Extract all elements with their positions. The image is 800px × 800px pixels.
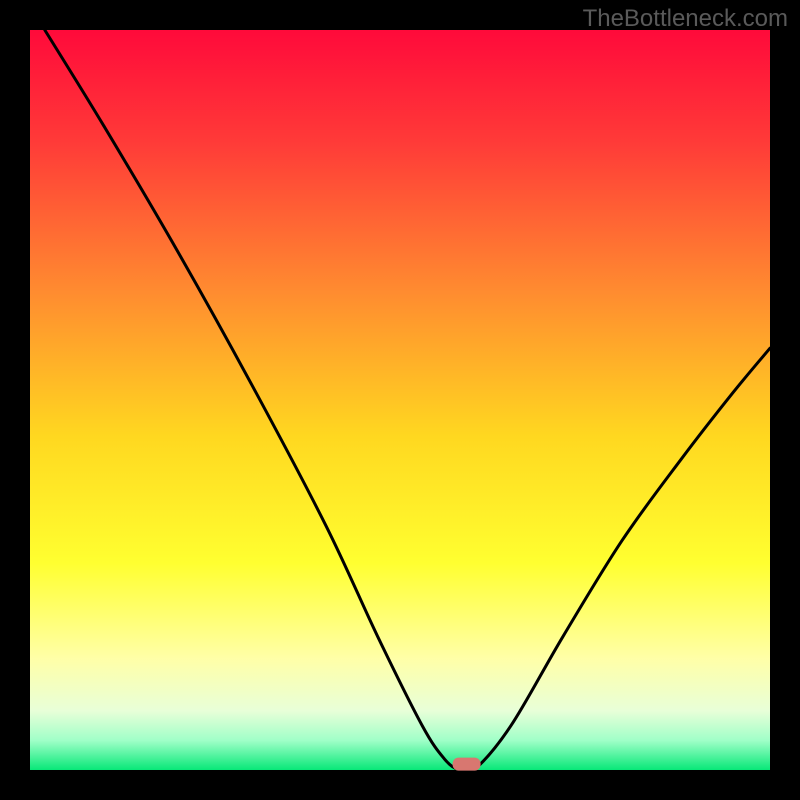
chart-container: TheBottleneck.com [0,0,800,800]
bottleneck-chart [0,0,800,800]
plot-background [30,30,770,770]
optimal-marker [453,758,481,771]
watermark-text: TheBottleneck.com [583,5,788,33]
